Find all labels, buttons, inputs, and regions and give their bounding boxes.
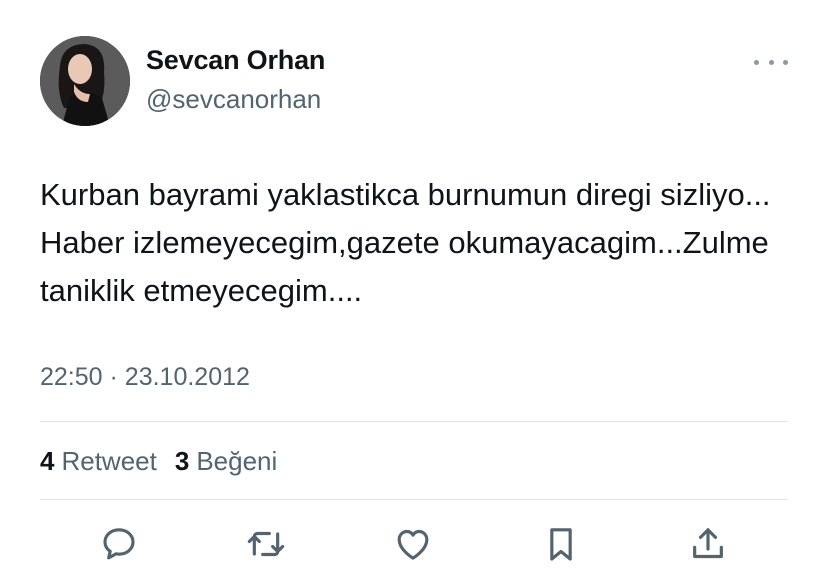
retweets-label: Retweet (61, 446, 157, 476)
retweet-icon[interactable] (246, 524, 286, 564)
retweets-count: 4 (40, 446, 55, 476)
bookmark-icon[interactable] (541, 524, 581, 564)
tweet-timestamp[interactable]: 22:50 · 23.10.2012 (40, 363, 250, 392)
retweets-stat[interactable]: 4 Retweet (40, 446, 157, 477)
divider (40, 421, 788, 422)
likes-label: Beğeni (196, 446, 278, 476)
tweet-text: Kurban bayrami yaklastikca burnumun dire… (40, 177, 780, 308)
tweet-stats: 4 Retweet 3 Beğeni (40, 446, 277, 477)
share-icon[interactable] (688, 524, 728, 564)
dot (768, 59, 774, 65)
action-bar (0, 520, 828, 570)
tweet-time: 22:50 (40, 363, 103, 391)
dot (754, 59, 759, 65)
user-name[interactable]: Sevcan Orhan (146, 45, 325, 76)
timestamp-separator: · (109, 363, 118, 391)
reply-icon[interactable] (99, 524, 139, 564)
dot (783, 59, 788, 65)
likes-count: 3 (174, 446, 190, 476)
avatar-photo (40, 36, 130, 126)
like-heart-icon[interactable] (393, 524, 433, 564)
divider (40, 499, 788, 500)
user-handle[interactable]: @sevcanorhan (146, 84, 321, 115)
tweet-date: 23.10.2012 (124, 363, 250, 391)
more-options-icon[interactable] (754, 50, 788, 74)
avatar[interactable] (40, 36, 130, 126)
likes-stat[interactable]: 3 Beğeni (175, 446, 277, 477)
